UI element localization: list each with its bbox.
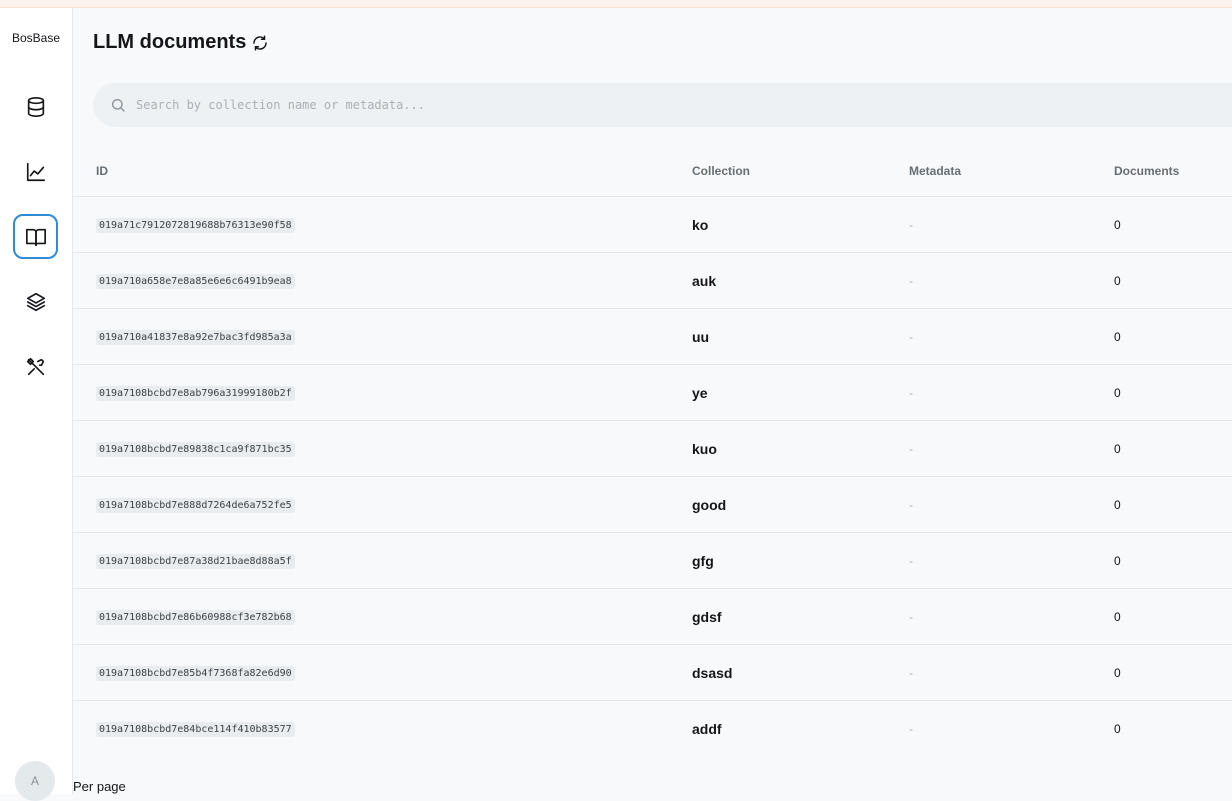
sidebar-item-settings[interactable] (13, 344, 58, 389)
sidebar-item-layers[interactable] (13, 279, 58, 324)
row-metadata: - (909, 218, 913, 232)
search-input[interactable] (136, 90, 1036, 120)
sidebar-item-collections[interactable] (13, 84, 58, 129)
column-header-id[interactable]: ID (96, 164, 108, 178)
row-metadata: - (909, 330, 913, 344)
row-metadata: - (909, 442, 913, 456)
row-documents: 0 (1114, 722, 1121, 736)
row-id: 019a7108bcbd7e86b60988cf3e782b68 (96, 609, 295, 625)
row-collection: auk (692, 273, 717, 289)
row-collection: good (692, 497, 727, 513)
row-id: 019a7108bcbd7e89838c1ca9f871bc35 (96, 441, 295, 457)
sidebar-item-logs[interactable] (13, 149, 58, 194)
row-collection: ko (692, 217, 709, 233)
row-collection: gdsf (692, 609, 722, 625)
row-documents: 0 (1114, 386, 1121, 400)
row-collection: dsasd (692, 665, 733, 681)
documents-table: ID Collection Metadata Documents 019a71c… (73, 143, 1232, 757)
refresh-icon (253, 35, 267, 51)
row-documents: 0 (1114, 666, 1121, 680)
layers-icon (26, 292, 45, 311)
row-metadata: - (909, 554, 913, 568)
row-documents: 0 (1114, 274, 1121, 288)
row-metadata: - (909, 386, 913, 400)
row-documents: 0 (1114, 498, 1121, 512)
row-collection: addf (692, 721, 722, 737)
sidebar: BosBase A (0, 8, 73, 801)
sidebar-item-llm-documents[interactable] (13, 214, 58, 259)
table-row[interactable]: 019a7108bcbd7e86b60988cf3e782b68 gdsf - … (73, 589, 1232, 645)
table-row[interactable]: 019a7108bcbd7e85b4f7368fa82e6d90 dsasd -… (73, 645, 1232, 701)
top-banner-strip (0, 0, 1232, 8)
row-id: 019a710a41837e8a92e7bac3fd985a3a (96, 329, 295, 345)
row-documents: 0 (1114, 610, 1121, 624)
book-open-icon (25, 228, 46, 246)
table-row[interactable]: 019a7108bcbd7e888d7264de6a752fe5 good - … (73, 477, 1232, 533)
table-header: ID Collection Metadata Documents (73, 143, 1232, 197)
row-metadata: - (909, 274, 913, 288)
row-id: 019a7108bcbd7e85b4f7368fa82e6d90 (96, 665, 295, 681)
row-collection: gfg (692, 553, 714, 569)
row-metadata: - (909, 666, 913, 680)
app-logo[interactable]: BosBase (0, 31, 72, 45)
row-metadata: - (909, 722, 913, 736)
row-metadata: - (909, 498, 913, 512)
table-row[interactable]: 019a710a658e7e8a85e6e6c6491b9ea8 auk - 0 (73, 253, 1232, 309)
search-icon (110, 97, 126, 113)
avatar[interactable]: A (15, 761, 55, 801)
table-row[interactable]: 019a7108bcbd7e84bce114f410b83577 addf - … (73, 701, 1232, 757)
page-title: LLM documents (93, 31, 247, 53)
search-bar (93, 83, 1232, 127)
row-documents: 0 (1114, 330, 1121, 344)
table-row[interactable]: 019a7108bcbd7e87a38d21bae8d88a5f gfg - 0 (73, 533, 1232, 589)
column-header-documents[interactable]: Documents (1114, 164, 1179, 178)
row-id: 019a7108bcbd7e87a38d21bae8d88a5f (96, 553, 295, 569)
row-id: 019a710a658e7e8a85e6e6c6491b9ea8 (96, 273, 295, 289)
table-row[interactable]: 019a7108bcbd7e8ab796a31999180b2f ye - 0 (73, 365, 1232, 421)
row-collection: ye (692, 385, 708, 401)
row-id: 019a7108bcbd7e8ab796a31999180b2f (96, 385, 295, 401)
refresh-button[interactable] (249, 32, 271, 54)
row-documents: 0 (1114, 218, 1121, 232)
table-row[interactable]: 019a71c7912072819688b76313e90f58 ko - 0 (73, 197, 1232, 253)
row-id: 019a71c7912072819688b76313e90f58 (96, 217, 295, 233)
row-documents: 0 (1114, 554, 1121, 568)
per-page-label: Per page (73, 779, 126, 794)
row-metadata: - (909, 610, 913, 624)
row-id: 019a7108bcbd7e888d7264de6a752fe5 (96, 497, 295, 513)
column-header-metadata[interactable]: Metadata (909, 164, 961, 178)
row-id: 019a7108bcbd7e84bce114f410b83577 (96, 721, 295, 737)
chart-line-icon (26, 162, 45, 181)
tools-icon (26, 357, 44, 375)
database-icon (27, 96, 44, 117)
row-collection: kuo (692, 441, 717, 457)
table-row[interactable]: 019a710a41837e8a92e7bac3fd985a3a uu - 0 (73, 309, 1232, 365)
table-row[interactable]: 019a7108bcbd7e89838c1ca9f871bc35 kuo - 0 (73, 421, 1232, 477)
column-header-collection[interactable]: Collection (692, 164, 750, 178)
row-documents: 0 (1114, 442, 1121, 456)
row-collection: uu (692, 329, 710, 345)
